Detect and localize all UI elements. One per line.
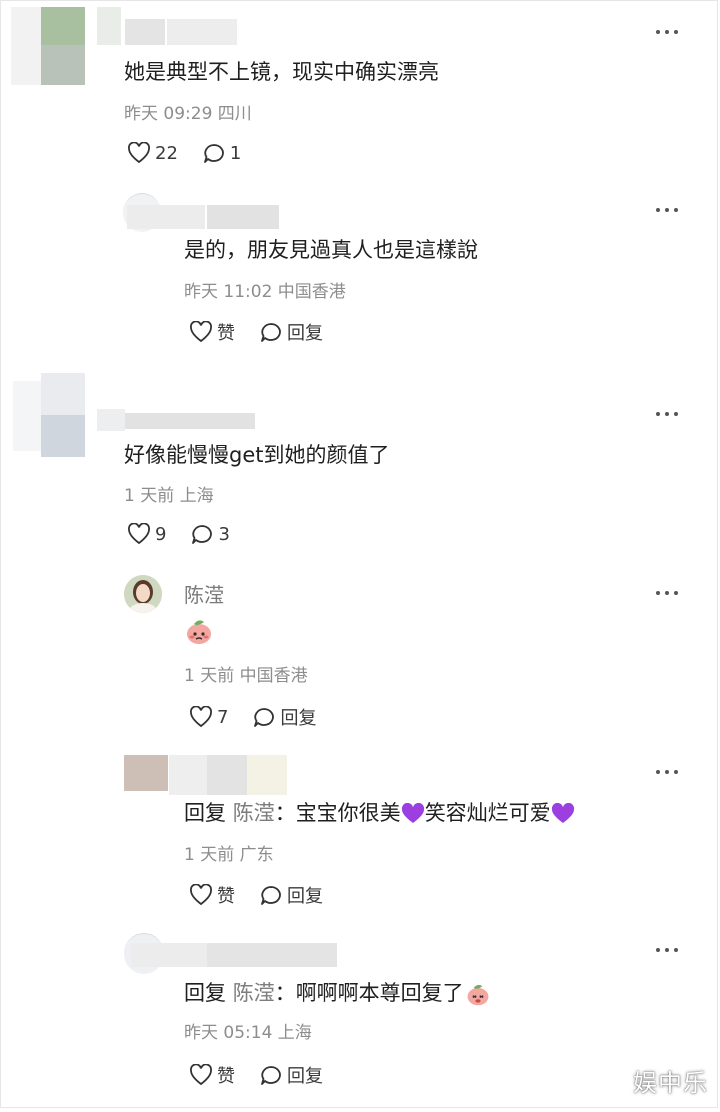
avatar[interactable] — [11, 7, 85, 85]
comment-bubble-icon — [204, 144, 224, 163]
reply-text-2: 笑容灿烂可爱 — [424, 801, 551, 825]
reply-button[interactable]: 回复 — [259, 319, 323, 345]
peach-emoji — [467, 984, 489, 1006]
purple-heart-emoji — [401, 803, 424, 823]
username[interactable]: 陈滢 — [184, 579, 224, 608]
more-dots-icon[interactable] — [656, 589, 678, 597]
avatar[interactable] — [124, 755, 168, 791]
comment-meta: 1 天前 广东 — [184, 845, 274, 865]
mention-colon: ： — [274, 801, 296, 825]
comment-button[interactable]: 1 — [202, 142, 241, 164]
purple-heart-emoji — [551, 803, 574, 823]
reply-button[interactable]: 回复 — [259, 882, 323, 908]
username-blurred[interactable] — [97, 409, 257, 431]
like-button[interactable]: 9 — [127, 523, 166, 545]
mention-username[interactable]: 陈滢 — [233, 981, 275, 1005]
comment-meta: 昨天 05:14 上海 — [184, 1023, 312, 1043]
more-dots-icon[interactable] — [656, 28, 678, 36]
comment-actions: 9 3 — [127, 523, 254, 545]
heart-outline-icon — [128, 142, 150, 164]
comment-bubble-icon — [261, 886, 281, 905]
heart-outline-icon — [190, 1064, 212, 1086]
like-count: 9 — [155, 523, 167, 545]
portrait-avatar — [124, 575, 162, 613]
avatar[interactable] — [124, 575, 162, 613]
comment-meta: 昨天 11:02 中国香港 — [184, 282, 346, 302]
like-count: 22 — [155, 142, 178, 164]
watermark: 娱中乐 — [633, 1069, 708, 1097]
comment-actions: 22 1 — [127, 142, 265, 164]
like-label: 赞 — [217, 1066, 235, 1087]
reply-prefix: 回复 — [184, 981, 226, 1005]
username-blurred[interactable] — [131, 943, 337, 967]
reply-prefix: 回复 — [184, 801, 226, 825]
reply-button[interactable]: 回复 — [259, 1062, 323, 1088]
more-dots-icon[interactable] — [656, 206, 678, 214]
like-label: 赞 — [217, 886, 235, 907]
comment-bubble-icon — [254, 708, 275, 727]
username-blurred[interactable] — [127, 205, 279, 229]
comment-actions: 7 回复 — [189, 704, 340, 730]
like-button[interactable]: 赞 — [189, 319, 235, 345]
comment-meta: 昨天 09:29 四川 — [124, 104, 252, 124]
like-button[interactable]: 7 — [189, 706, 228, 728]
comment-meta: 1 天前 中国香港 — [184, 666, 308, 686]
heart-outline-icon — [190, 884, 212, 906]
reply-label: 回复 — [287, 886, 323, 907]
comment-text: 回复 陈滢：宝宝你很美 笑容灿烂可爱 — [184, 800, 575, 826]
heart-outline-icon — [190, 706, 212, 728]
comment-bubble-icon — [261, 323, 281, 342]
comment-meta: 1 天前 上海 — [124, 486, 214, 506]
comment-text: 回复 陈滢：啊啊啊本尊回复了 — [184, 980, 492, 1007]
reply-count: 3 — [218, 523, 230, 545]
username-blurred[interactable] — [169, 755, 287, 795]
comment-text: 是的，朋友見過真人也是這樣說 — [184, 238, 478, 262]
mention-colon: ： — [274, 981, 296, 1005]
reply-label: 回复 — [280, 708, 317, 729]
heart-outline-icon — [128, 523, 150, 545]
reply-label: 回复 — [287, 323, 323, 344]
username-blurred[interactable] — [97, 7, 237, 51]
reply-button[interactable]: 回复 — [252, 704, 316, 730]
comment-button[interactable]: 3 — [190, 523, 230, 545]
like-button[interactable]: 22 — [127, 142, 178, 164]
like-button[interactable]: 赞 — [189, 1062, 235, 1088]
comment-panel: 她是典型不上镜，现实中确实漂亮 昨天 09:29 四川 22 1 是的，朋友見過… — [0, 0, 718, 1108]
comment-text: 她是典型不上镜，现实中确实漂亮 — [124, 60, 439, 84]
more-dots-icon[interactable] — [656, 946, 678, 954]
more-dots-icon[interactable] — [656, 768, 678, 776]
like-count: 7 — [217, 706, 229, 728]
reply-count: 1 — [229, 142, 242, 164]
reply-text: 宝宝你很美 — [295, 801, 401, 825]
peach-emoji — [184, 616, 214, 646]
comment-actions: 赞 回复 — [189, 882, 347, 908]
more-dots-icon[interactable] — [656, 410, 678, 418]
comment-bubble-icon — [261, 1066, 281, 1085]
reply-label: 回复 — [287, 1066, 323, 1087]
comment-bubble-icon — [192, 525, 213, 544]
mention-username[interactable]: 陈滢 — [233, 801, 275, 825]
like-button[interactable]: 赞 — [189, 882, 235, 908]
reply-text: 啊啊啊本尊回复了 — [295, 981, 464, 1005]
like-label: 赞 — [217, 323, 235, 344]
comment-actions: 赞 回复 — [189, 1062, 347, 1088]
comment-actions: 赞 回复 — [189, 319, 347, 345]
comment-text: 好像能慢慢get到她的颜值了 — [124, 443, 390, 467]
avatar[interactable] — [13, 373, 85, 457]
heart-outline-icon — [190, 321, 212, 343]
